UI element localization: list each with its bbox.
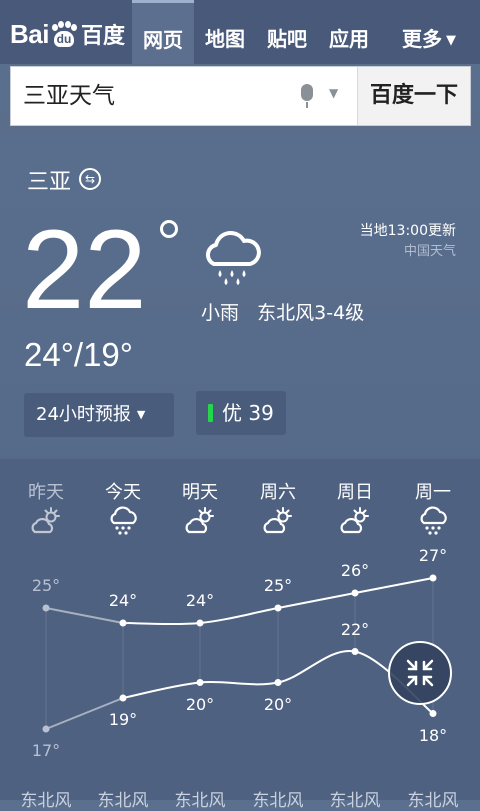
- high-temp-point-0: [42, 604, 50, 612]
- high-temp-point-2: [196, 619, 204, 627]
- switch-city-icon[interactable]: ⇆: [79, 168, 101, 190]
- logo-text: Bai: [10, 18, 49, 49]
- collapse-icon: [406, 659, 434, 687]
- temperature-chart: [42, 574, 437, 733]
- chevron-down-icon: ▼: [136, 408, 146, 421]
- high-temp-point-3: [274, 604, 282, 612]
- temperature-range: 24°/19°: [24, 336, 133, 373]
- collapse-button[interactable]: [388, 641, 452, 705]
- voice-dropdown-icon[interactable]: ▼: [329, 86, 338, 100]
- microphone-stand: [306, 102, 308, 108]
- tab-web[interactable]: 网页: [132, 0, 194, 64]
- tab-apps[interactable]: 应用: [318, 0, 380, 64]
- low-temp-point-5: [429, 710, 437, 717]
- hourly-forecast-label: 24小时预报: [36, 404, 131, 425]
- low-temp-line-past: [45, 697, 124, 730]
- top-nav: Bai du 百度 网页 地图 贴吧 应用 更多 ▼: [0, 0, 480, 64]
- high-temp-point-1: [119, 619, 127, 627]
- condition-text: 小雨: [201, 302, 240, 324]
- tab-more[interactable]: 更多 ▼: [380, 0, 467, 64]
- chevron-down-icon: ▼: [446, 33, 456, 48]
- aqi-text: 优 39: [222, 401, 274, 425]
- search-button[interactable]: 百度一下: [357, 67, 470, 125]
- low-temp-point-0: [42, 725, 50, 733]
- search-box: 三亚天气 ▼ 百度一下: [10, 66, 471, 126]
- low-temp-point-1: [119, 694, 127, 702]
- update-time: 当地13:00更新: [359, 223, 456, 239]
- microphone-icon[interactable]: [301, 84, 313, 101]
- high-temp-line-past: [45, 607, 124, 624]
- logo-cn: 百度: [80, 24, 125, 49]
- high-temp-point-5: [429, 574, 437, 582]
- air-quality-badge[interactable]: 优 39: [196, 391, 286, 435]
- aqi-indicator: [208, 404, 213, 422]
- data-source[interactable]: 中国天气: [404, 240, 456, 259]
- logo-paw-text: du: [53, 31, 74, 47]
- paw-icon: du: [50, 21, 78, 47]
- low-temp-point-4: [351, 648, 359, 655]
- current-temperature: 22: [22, 207, 147, 332]
- low-temp-point-3: [274, 679, 282, 686]
- hourly-forecast-button[interactable]: 24小时预报 ▼: [24, 393, 174, 437]
- tab-more-label: 更多: [402, 27, 442, 51]
- low-temp-point-2: [196, 679, 204, 686]
- degree-symbol: [160, 220, 178, 238]
- baidu-logo[interactable]: Bai du 百度: [10, 14, 125, 54]
- wind-text: 东北风3-4级: [257, 302, 365, 324]
- tab-map[interactable]: 地图: [194, 0, 256, 64]
- light-rain-icon: [205, 230, 261, 285]
- nav-tabs: 网页 地图 贴吧 应用 更多 ▼: [132, 0, 467, 64]
- city-name: 三亚: [27, 170, 72, 195]
- search-input[interactable]: 三亚天气: [23, 67, 115, 125]
- condition-wind: 小雨 东北风3-4级: [201, 298, 364, 325]
- high-temp-point-4: [351, 589, 359, 597]
- tab-tieba[interactable]: 贴吧: [256, 0, 318, 64]
